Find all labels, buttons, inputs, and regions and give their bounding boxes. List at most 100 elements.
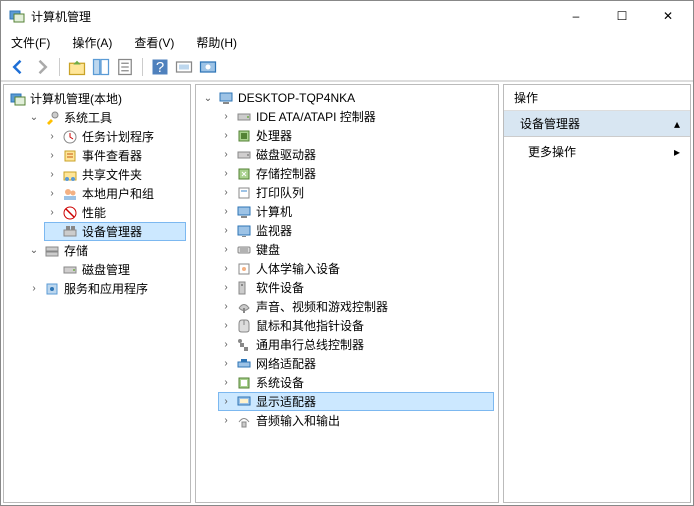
tree-root[interactable]: 计算机管理(本地) — [8, 89, 186, 108]
collapse-icon[interactable]: ⌄ — [28, 245, 40, 257]
expand-icon[interactable]: › — [220, 358, 232, 370]
menu-file[interactable]: 文件(F) — [7, 32, 54, 53]
device-item[interactable]: › 存储控制器 — [218, 164, 494, 183]
device-item[interactable]: ›人体学输入设备 — [218, 259, 494, 278]
tree-device-manager[interactable]: ›设备管理器 — [44, 222, 186, 241]
expand-icon[interactable]: › — [220, 377, 232, 389]
device-category-icon — [236, 185, 252, 201]
device-item[interactable]: ›显示适配器 — [218, 392, 494, 411]
expand-icon[interactable]: › — [220, 225, 232, 237]
help-button[interactable]: ? — [149, 56, 171, 78]
menu-view[interactable]: 查看(V) — [130, 32, 178, 53]
properties-button[interactable] — [114, 56, 136, 78]
device-item[interactable]: ›系统设备 — [218, 373, 494, 392]
device-item[interactable]: ›鼠标和其他指针设备 — [218, 316, 494, 335]
device-tree[interactable]: ⌄ DESKTOP-TQP4NKA ›IDE ATA/ATAPI 控制器›处理器… — [195, 84, 499, 503]
forward-button[interactable] — [31, 56, 53, 78]
content-area: 计算机管理(本地) ⌄ 系统工具 ›任务计划程序 ›事件查看器 ›共享文件夹 — [1, 81, 693, 505]
expand-icon[interactable]: › — [46, 131, 58, 143]
tools-icon — [44, 110, 60, 126]
minimize-button[interactable]: – — [553, 1, 599, 31]
device-item[interactable]: ›处理器 — [218, 126, 494, 145]
tree-label: 服务和应用程序 — [64, 280, 148, 297]
device-label: 计算机 — [256, 203, 292, 220]
device-item[interactable]: › 网络适配器 — [218, 354, 494, 373]
menu-help[interactable]: 帮助(H) — [192, 32, 241, 53]
expand-icon[interactable]: › — [220, 282, 232, 294]
collapse-icon[interactable]: ⌄ — [202, 92, 214, 104]
actions-more[interactable]: 更多操作 ▸ — [504, 137, 690, 166]
device-label: 网络适配器 — [256, 355, 316, 372]
tree-services-apps[interactable]: › 服务和应用程序 — [26, 279, 186, 298]
actions-band-label: 设备管理器 — [520, 115, 580, 132]
device-item[interactable]: ›监视器 — [218, 221, 494, 240]
expand-icon[interactable]: › — [220, 206, 232, 218]
device-item[interactable]: ›音频输入和输出 — [218, 411, 494, 430]
collapse-band-icon[interactable]: ▴ — [674, 117, 680, 131]
expand-icon[interactable]: › — [220, 320, 232, 332]
device-item[interactable]: ›通用串行总线控制器 — [218, 335, 494, 354]
tree-storage[interactable]: ⌄ 存储 — [26, 241, 186, 260]
expand-icon[interactable]: › — [220, 263, 232, 275]
expand-icon[interactable]: › — [220, 415, 232, 427]
scan-hardware-button[interactable] — [173, 56, 195, 78]
device-item[interactable]: ›打印队列 — [218, 183, 494, 202]
expand-icon[interactable]: › — [46, 169, 58, 181]
console-tree[interactable]: 计算机管理(本地) ⌄ 系统工具 ›任务计划程序 ›事件查看器 ›共享文件夹 — [3, 84, 191, 503]
expand-icon[interactable]: › — [220, 130, 232, 142]
menu-action[interactable]: 操作(A) — [68, 32, 116, 53]
back-button[interactable] — [7, 56, 29, 78]
expand-icon[interactable]: › — [46, 188, 58, 200]
device-category-icon — [236, 299, 252, 315]
services-icon — [44, 281, 60, 297]
update-driver-button[interactable] — [197, 56, 219, 78]
collapse-icon[interactable]: ⌄ — [28, 112, 40, 124]
expand-icon[interactable]: › — [220, 187, 232, 199]
toolbar: ? — [1, 53, 693, 81]
expand-icon[interactable]: › — [220, 149, 232, 161]
device-item[interactable]: › 声音、视频和游戏控制器 — [218, 297, 494, 316]
tree-label: 磁盘管理 — [82, 261, 130, 278]
tree-system-tools[interactable]: ⌄ 系统工具 — [26, 108, 186, 127]
computer-icon — [218, 90, 234, 106]
device-item[interactable]: ›IDE ATA/ATAPI 控制器 — [218, 107, 494, 126]
device-label: 磁盘驱动器 — [256, 146, 316, 163]
title-bar: 计算机管理 – ☐ ✕ — [1, 1, 693, 31]
tree-label: 系统工具 — [64, 109, 112, 126]
tree-shared-folders[interactable]: ›共享文件夹 — [44, 165, 186, 184]
tree-event-viewer[interactable]: ›事件查看器 — [44, 146, 186, 165]
actions-pane: 操作 设备管理器 ▴ 更多操作 ▸ — [503, 84, 691, 503]
expand-icon[interactable]: › — [46, 150, 58, 162]
device-item[interactable]: › 计算机 — [218, 202, 494, 221]
expand-icon[interactable]: › — [220, 168, 232, 180]
maximize-button[interactable]: ☐ — [599, 1, 645, 31]
close-button[interactable]: ✕ — [645, 1, 691, 31]
expand-icon[interactable]: › — [220, 301, 232, 313]
device-item[interactable]: › 磁盘驱动器 — [218, 145, 494, 164]
actions-band[interactable]: 设备管理器 ▴ — [504, 111, 690, 137]
up-button[interactable] — [66, 56, 88, 78]
app-icon — [9, 8, 25, 24]
expand-icon[interactable]: › — [46, 207, 58, 219]
expand-icon[interactable]: › — [220, 396, 232, 408]
expand-icon[interactable]: › — [220, 339, 232, 351]
device-category-icon — [236, 109, 252, 125]
device-label: 声音、视频和游戏控制器 — [256, 298, 388, 315]
expand-icon[interactable]: › — [220, 111, 232, 123]
show-hide-tree-button[interactable] — [90, 56, 112, 78]
device-item[interactable]: ›软件设备 — [218, 278, 494, 297]
tree-performance[interactable]: ›性能 — [44, 203, 186, 222]
tree-disk-management[interactable]: ›磁盘管理 — [44, 260, 186, 279]
window-title: 计算机管理 — [31, 8, 553, 25]
device-category-icon — [236, 337, 252, 353]
expand-icon[interactable]: › — [28, 283, 40, 295]
tree-local-users[interactable]: ›本地用户和组 — [44, 184, 186, 203]
tree-task-scheduler[interactable]: ›任务计划程序 — [44, 127, 186, 146]
expand-icon[interactable]: › — [220, 244, 232, 256]
device-root[interactable]: ⌄ DESKTOP-TQP4NKA — [200, 89, 494, 107]
device-item[interactable]: ›键盘 — [218, 240, 494, 259]
tree-label: DESKTOP-TQP4NKA — [238, 91, 355, 105]
tree-label: 计算机管理(本地) — [30, 90, 122, 107]
menu-bar: 文件(F) 操作(A) 查看(V) 帮助(H) — [1, 31, 693, 53]
device-label: 存储控制器 — [256, 165, 316, 182]
